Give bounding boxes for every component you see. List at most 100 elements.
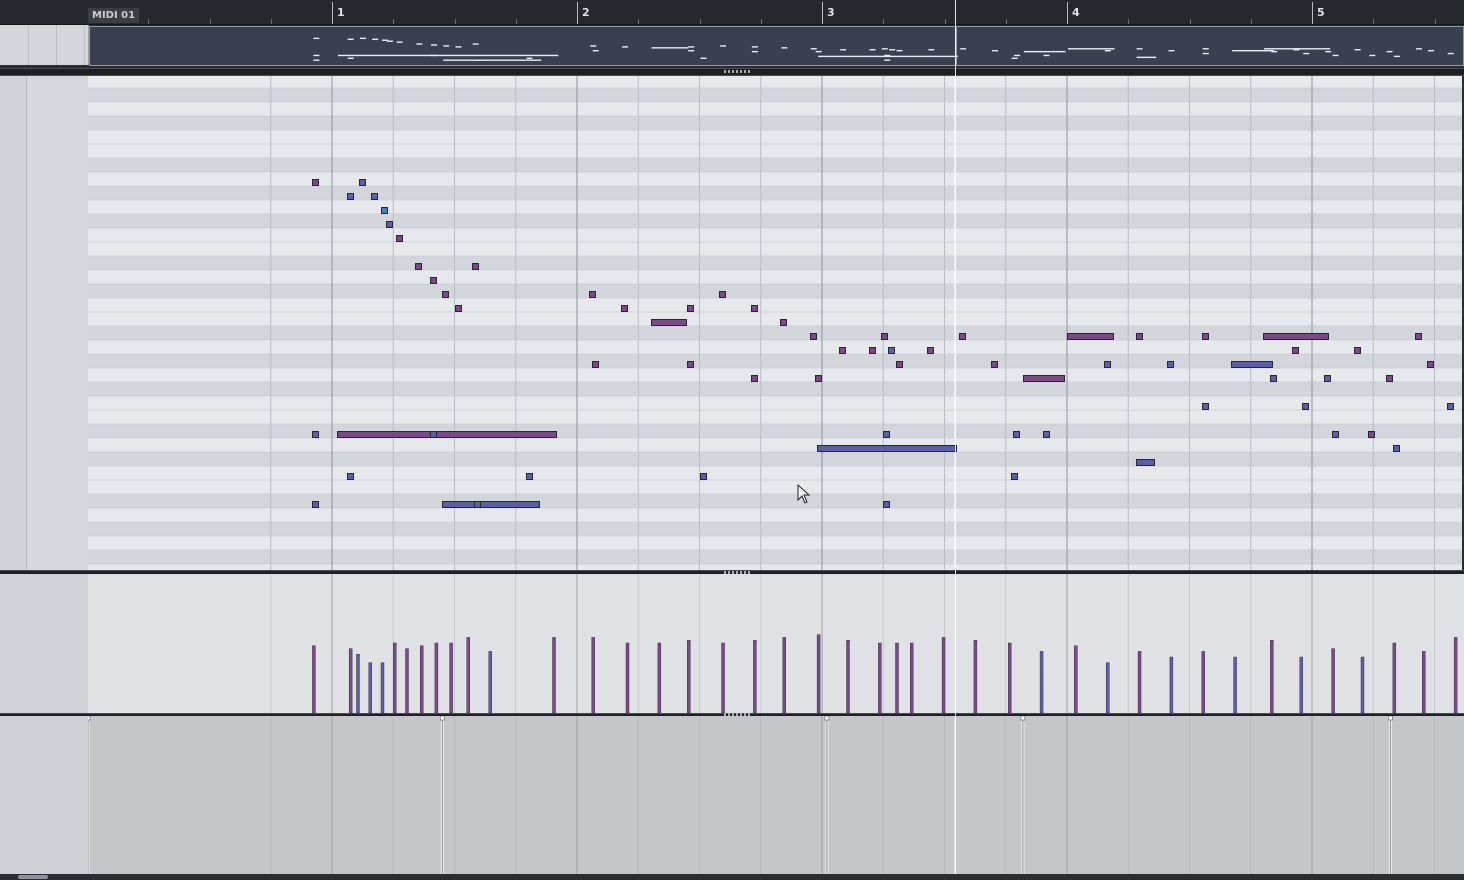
velocity-bar[interactable] — [1453, 637, 1458, 714]
midi-note[interactable] — [1201, 333, 1209, 340]
midi-note[interactable] — [1263, 333, 1330, 340]
controller-lane[interactable] — [88, 716, 1464, 874]
velocity-bar[interactable] — [687, 639, 691, 714]
midi-note[interactable] — [312, 501, 320, 508]
midi-note[interactable] — [358, 179, 366, 186]
midi-note[interactable] — [1324, 375, 1332, 382]
midi-note[interactable] — [1414, 333, 1422, 340]
controller-point[interactable] — [88, 716, 91, 721]
midi-note[interactable] — [371, 193, 379, 200]
velocity-bar[interactable] — [878, 642, 882, 714]
velocity-bar[interactable] — [405, 648, 409, 714]
velocity-bar[interactable] — [1422, 651, 1426, 714]
midi-note[interactable] — [959, 333, 967, 340]
velocity-bar[interactable] — [1039, 651, 1044, 714]
velocity-bar[interactable] — [1299, 656, 1303, 714]
midi-note[interactable] — [883, 501, 891, 508]
horizontal-scrollbar[interactable] — [0, 874, 1464, 880]
velocity-bar[interactable] — [591, 637, 595, 714]
midi-note[interactable] — [888, 347, 896, 354]
midi-note[interactable] — [312, 431, 320, 438]
midi-note[interactable] — [1201, 403, 1209, 410]
midi-note[interactable] — [454, 305, 462, 312]
velocity-bar[interactable] — [348, 648, 353, 714]
velocity-bar[interactable] — [1074, 645, 1078, 714]
velocity-lane[interactable] — [88, 574, 1464, 714]
midi-note[interactable] — [525, 473, 533, 480]
timeline-ruler[interactable]: MIDI 01 1 2 3 4 5 — [0, 0, 1464, 25]
velocity-bar[interactable] — [380, 662, 385, 714]
midi-note[interactable] — [471, 263, 479, 270]
midi-note[interactable] — [1292, 347, 1300, 354]
midi-note[interactable] — [474, 501, 482, 508]
velocity-bar[interactable] — [449, 642, 453, 714]
midi-note[interactable] — [1013, 431, 1021, 438]
velocity-bar[interactable] — [312, 645, 316, 714]
midi-note[interactable] — [1270, 375, 1278, 382]
velocity-bar[interactable] — [973, 639, 978, 714]
velocity-bar[interactable] — [356, 653, 360, 714]
part-overview[interactable] — [89, 26, 1464, 66]
midi-note[interactable] — [1067, 333, 1114, 340]
midi-note[interactable] — [809, 333, 817, 340]
velocity-bar[interactable] — [846, 639, 850, 714]
midi-note[interactable] — [1427, 361, 1435, 368]
splitter-grip[interactable] — [724, 70, 750, 73]
midi-note[interactable] — [591, 361, 599, 368]
controller-point[interactable] — [439, 716, 445, 721]
midi-note[interactable] — [1368, 431, 1376, 438]
midi-note[interactable] — [1135, 333, 1143, 340]
controller-lane-header[interactable] — [0, 716, 89, 874]
midi-note[interactable] — [780, 319, 788, 326]
velocity-bar[interactable] — [1270, 639, 1274, 714]
midi-note[interactable] — [883, 431, 891, 438]
midi-note[interactable] — [589, 291, 597, 298]
midi-note[interactable] — [336, 431, 558, 438]
velocity-bar[interactable] — [895, 642, 899, 714]
controller-point[interactable] — [1020, 716, 1026, 721]
midi-note[interactable] — [895, 361, 903, 368]
midi-note[interactable] — [1331, 431, 1339, 438]
velocity-bar[interactable] — [910, 642, 914, 714]
midi-note[interactable] — [1353, 347, 1361, 354]
velocity-bar[interactable] — [434, 642, 439, 714]
midi-note[interactable] — [442, 501, 541, 508]
midi-note[interactable] — [442, 291, 450, 298]
midi-note[interactable] — [699, 473, 707, 480]
midi-note[interactable] — [1135, 459, 1156, 466]
note-grid[interactable] — [88, 76, 1462, 570]
velocity-bar[interactable] — [1169, 656, 1174, 714]
velocity-bar[interactable] — [368, 662, 372, 714]
midi-note[interactable] — [415, 263, 423, 270]
velocity-bar[interactable] — [552, 637, 556, 714]
piano-keyboard[interactable] — [0, 76, 89, 570]
velocity-bar[interactable] — [721, 642, 725, 714]
midi-note[interactable] — [687, 305, 695, 312]
midi-note[interactable] — [430, 277, 437, 284]
midi-note[interactable] — [750, 375, 758, 382]
velocity-lane-header[interactable] — [0, 574, 89, 714]
midi-note[interactable] — [750, 305, 758, 312]
scrollbar-thumb[interactable] — [18, 875, 48, 879]
midi-note[interactable] — [719, 291, 727, 298]
midi-note[interactable] — [991, 361, 999, 368]
velocity-bar[interactable] — [1331, 648, 1335, 714]
midi-note[interactable] — [385, 221, 393, 228]
midi-note[interactable] — [395, 235, 403, 242]
midi-note[interactable] — [839, 347, 847, 354]
midi-note[interactable] — [1302, 403, 1310, 410]
midi-note[interactable] — [346, 193, 354, 200]
velocity-bar[interactable] — [1360, 656, 1365, 714]
velocity-bar[interactable] — [1201, 651, 1205, 714]
midi-note[interactable] — [1042, 431, 1050, 438]
midi-note[interactable] — [927, 347, 935, 354]
velocity-bar[interactable] — [782, 637, 786, 714]
velocity-bar[interactable] — [816, 634, 821, 714]
midi-note[interactable] — [1446, 403, 1454, 410]
velocity-bar[interactable] — [941, 637, 946, 714]
velocity-bar[interactable] — [1392, 642, 1397, 714]
midi-note[interactable] — [1010, 473, 1018, 480]
midi-note[interactable] — [880, 333, 888, 340]
velocity-bar[interactable] — [488, 651, 492, 714]
midi-note[interactable] — [1231, 361, 1273, 368]
